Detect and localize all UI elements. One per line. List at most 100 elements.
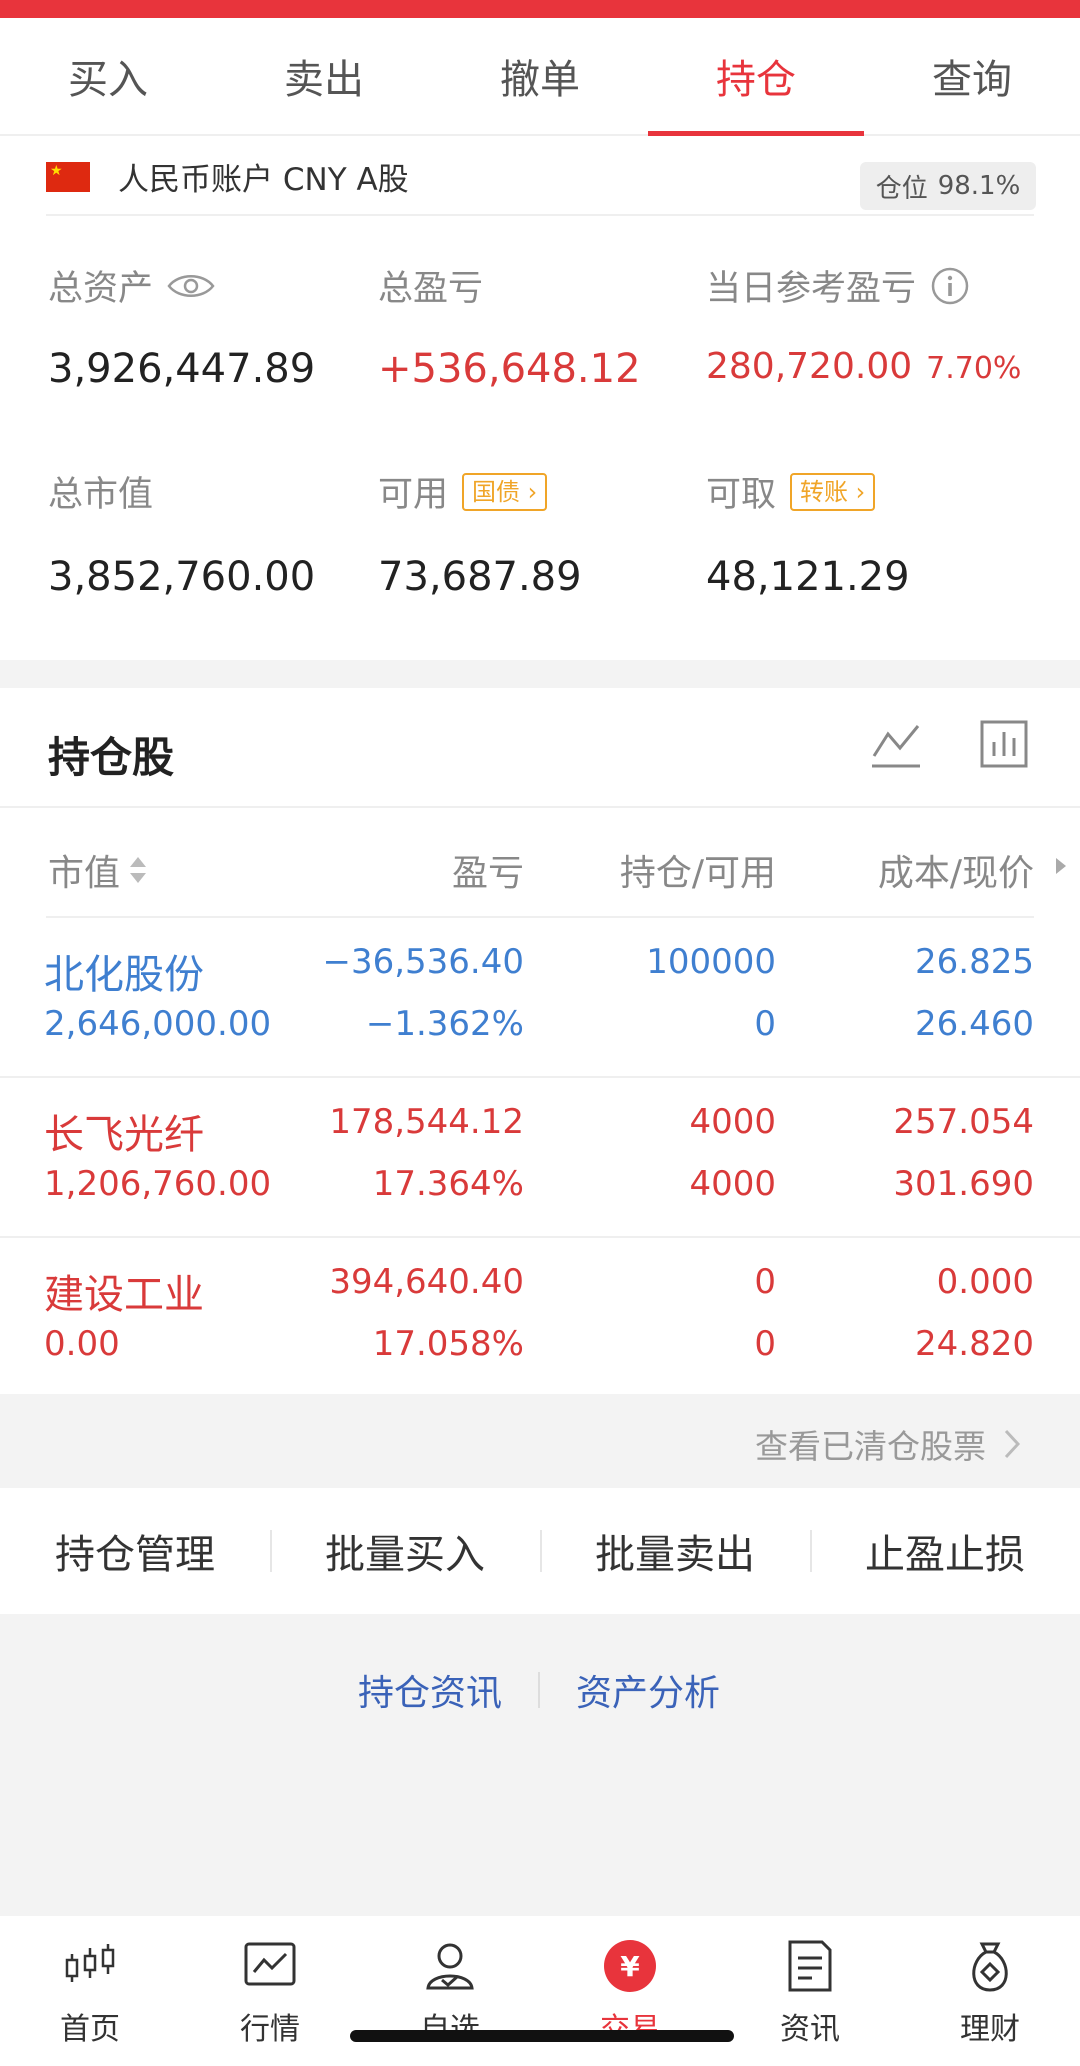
top-tabs: 买入 卖出 撤单 持仓 查询 bbox=[0, 18, 1080, 136]
col-position: 持仓/可用 bbox=[619, 853, 776, 894]
account-row[interactable]: ★ 人民币账户 CNY A股 仓位 98.1% bbox=[0, 136, 1080, 214]
col-market-value[interactable]: 市值 bbox=[48, 844, 148, 896]
stock-price: 301.690 bbox=[893, 1164, 1034, 1204]
stock-position: 100000 bbox=[646, 942, 776, 982]
nav-finance-label: 理财 bbox=[960, 2012, 1020, 2047]
stock-pnl: 394,640.40 bbox=[329, 1262, 524, 1302]
withdrawable-value: 48,121.29 bbox=[706, 554, 910, 600]
holdings-view-icons bbox=[870, 718, 1030, 770]
tab-sell-label: 卖出 bbox=[284, 57, 364, 103]
col-cost-price: 成本/现价 bbox=[877, 853, 1034, 894]
tab-cancel[interactable]: 撤单 bbox=[432, 18, 648, 134]
stock-cost: 0.000 bbox=[936, 1262, 1034, 1302]
daily-pnl-pct: 7.70% bbox=[926, 351, 1022, 386]
chevron-right-icon bbox=[1004, 1429, 1020, 1459]
stock-market-value: 1,206,760.00 bbox=[44, 1164, 272, 1204]
sort-icon bbox=[130, 857, 147, 883]
stock-market-value: 0.00 bbox=[44, 1324, 120, 1364]
total-assets-label-group: 总资产 bbox=[48, 260, 215, 311]
stock-pnl: −36,536.40 bbox=[322, 942, 524, 982]
market-value-label: 总市值 bbox=[48, 466, 153, 517]
nav-finance[interactable]: 理财 bbox=[900, 1916, 1080, 2066]
stock-position: 0 bbox=[754, 1262, 776, 1302]
divider bbox=[46, 214, 1034, 216]
total-assets-value: 3,926,447.89 bbox=[48, 346, 316, 392]
bar-chart-icon[interactable] bbox=[978, 718, 1030, 770]
position-label: 仓位 bbox=[875, 173, 928, 204]
stock-pnl-pct: 17.364% bbox=[372, 1164, 524, 1204]
nav-home-label: 首页 bbox=[60, 2012, 120, 2047]
tab-query-label: 查询 bbox=[932, 57, 1012, 103]
stock-pnl-pct: −1.362% bbox=[365, 1004, 524, 1044]
stock-cost: 26.825 bbox=[915, 942, 1034, 982]
eye-icon[interactable] bbox=[167, 271, 215, 301]
holding-management-button[interactable]: 持仓管理 bbox=[0, 1488, 270, 1614]
nav-trade[interactable]: ¥ 交易 bbox=[540, 1916, 720, 2066]
status-strip bbox=[0, 0, 1080, 18]
batch-buy-button[interactable]: 批量买入 bbox=[270, 1488, 540, 1614]
stock-position: 4000 bbox=[689, 1102, 776, 1142]
treasury-bond-button[interactable]: 国债 › bbox=[462, 472, 548, 511]
withdrawable-label-group: 可取 转账 › bbox=[706, 466, 876, 517]
daily-pnl-value: 280,720.00 bbox=[706, 346, 913, 387]
asset-analysis-link[interactable]: 资产分析 bbox=[576, 1664, 720, 1716]
home-indicator[interactable] bbox=[350, 2030, 734, 2042]
stock-pnl: 178,544.12 bbox=[329, 1102, 524, 1142]
china-flag-icon: ★ bbox=[46, 162, 90, 192]
bottom-nav: 首页 行情 自选 ¥ 交易 资讯 bbox=[0, 1916, 1080, 2066]
line-chart-icon[interactable] bbox=[870, 718, 922, 770]
stock-name: 建设工业 bbox=[44, 1272, 204, 1318]
market-value-value: 3,852,760.00 bbox=[48, 554, 316, 600]
view-cleared-stocks-label: 查看已清仓股票 bbox=[755, 1427, 986, 1466]
stock-cost: 257.054 bbox=[893, 1102, 1034, 1142]
nav-news[interactable]: 资讯 bbox=[720, 1916, 900, 2066]
bottom-links: 持仓资讯 资产分析 bbox=[0, 1648, 1080, 1728]
tab-sell[interactable]: 卖出 bbox=[216, 18, 432, 134]
available-label-group: 可用 国债 › bbox=[378, 466, 548, 517]
stock-pnl-pct: 17.058% bbox=[372, 1324, 524, 1364]
total-pnl-value: +536,648.12 bbox=[378, 346, 641, 392]
available-value: 73,687.89 bbox=[378, 554, 582, 600]
holding-row[interactable]: 建设工业 0.00 394,640.40 17.058% 0 0 0.000 2… bbox=[0, 1238, 1080, 1398]
transfer-button[interactable]: 转账 › bbox=[790, 472, 876, 511]
holding-row[interactable]: 长飞光纤 1,206,760.00 178,544.12 17.364% 400… bbox=[0, 1078, 1080, 1238]
daily-pnl-group: 280,720.00 7.70% bbox=[706, 346, 1021, 387]
daily-pnl-label-group: 当日参考盈亏 bbox=[706, 260, 970, 311]
nav-watchlist[interactable]: 自选 bbox=[360, 1916, 540, 2066]
tab-buy-label: 买入 bbox=[68, 57, 148, 103]
batch-sell-button[interactable]: 批量卖出 bbox=[540, 1488, 810, 1614]
view-cleared-stocks-link[interactable]: 查看已清仓股票 bbox=[755, 1420, 1020, 1468]
tab-holdings-label: 持仓 bbox=[716, 57, 796, 103]
treasury-bond-label: 国债 bbox=[472, 477, 521, 506]
info-icon[interactable] bbox=[930, 266, 970, 306]
svg-text:¥: ¥ bbox=[620, 1950, 640, 1983]
holding-row[interactable]: 北化股份 2,646,000.00 −36,536.40 −1.362% 100… bbox=[0, 918, 1080, 1078]
nav-market-label: 行情 bbox=[240, 2012, 300, 2047]
position-badge: 仓位 98.1% bbox=[860, 162, 1036, 210]
col-market-value-label: 市值 bbox=[48, 853, 121, 894]
money-bag-icon bbox=[972, 1942, 1008, 1992]
stock-available: 0 bbox=[754, 1324, 776, 1364]
stock-price: 26.460 bbox=[915, 1004, 1034, 1044]
stock-name: 长飞光纤 bbox=[44, 1112, 204, 1158]
nav-news-label: 资讯 bbox=[780, 2012, 840, 2047]
stock-available: 0 bbox=[754, 1004, 776, 1044]
tab-holdings[interactable]: 持仓 bbox=[648, 18, 864, 136]
tab-buy[interactable]: 买入 bbox=[0, 18, 216, 134]
holdings-card: 持仓股 市值 盈亏 持仓/可用 成本/现价 北化股份 2,646,000.00 … bbox=[0, 688, 1080, 1394]
total-pnl-label: 总盈亏 bbox=[378, 260, 483, 311]
account-name: 人民币账户 CNY A股 bbox=[118, 162, 409, 198]
stock-price: 24.820 bbox=[915, 1324, 1034, 1364]
position-value: 98.1% bbox=[937, 171, 1021, 201]
scroll-right-icon[interactable] bbox=[1054, 856, 1068, 876]
holding-news-link[interactable]: 持仓资讯 bbox=[358, 1664, 502, 1716]
nav-home[interactable]: 首页 bbox=[0, 1916, 180, 2066]
tab-query[interactable]: 查询 bbox=[864, 18, 1080, 134]
chart-icon bbox=[244, 1942, 296, 1986]
batch-sell-label: 批量卖出 bbox=[595, 1532, 755, 1578]
holdings-title: 持仓股 bbox=[48, 733, 175, 782]
daily-pnl-label: 当日参考盈亏 bbox=[706, 269, 917, 309]
nav-market[interactable]: 行情 bbox=[180, 1916, 360, 2066]
candlestick-icon bbox=[65, 1944, 115, 1982]
stop-profit-loss-button[interactable]: 止盈止损 bbox=[810, 1488, 1080, 1614]
